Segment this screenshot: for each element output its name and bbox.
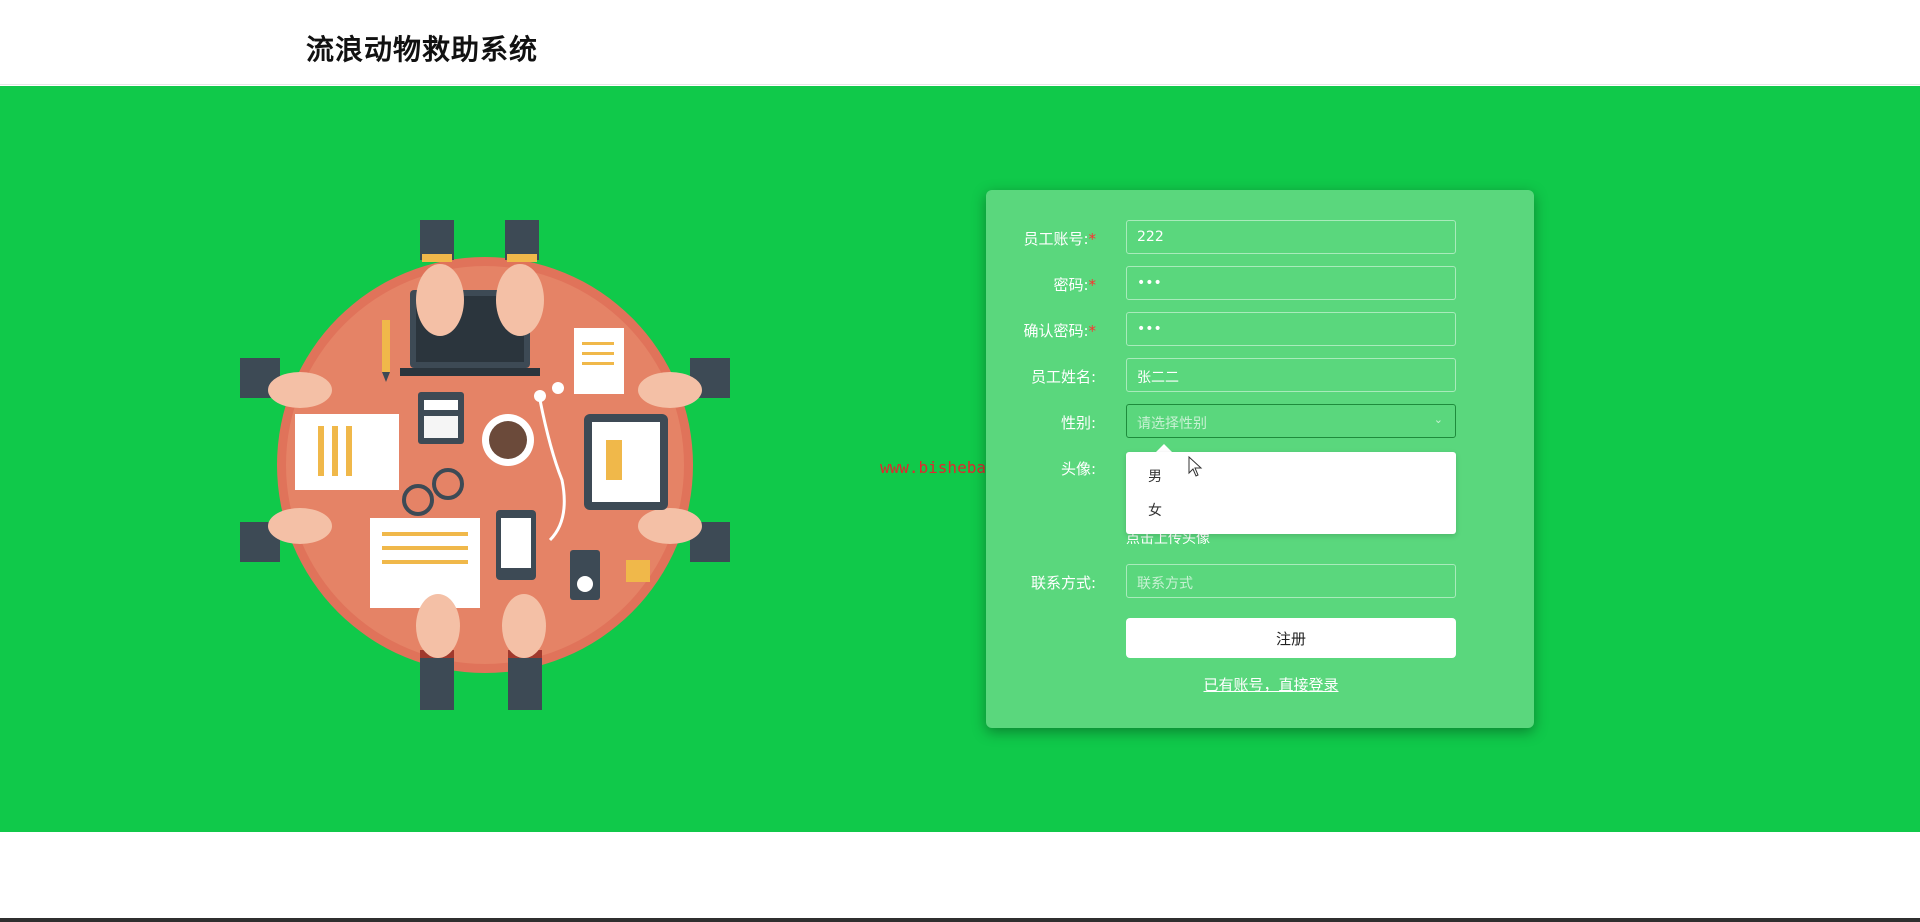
gender-option-male[interactable]: 男 bbox=[1148, 466, 1162, 486]
account-input[interactable]: 222 bbox=[1126, 220, 1456, 254]
row-gender: 性别: 请选择性别 ⌄ bbox=[986, 404, 1534, 438]
row-name: 员工姓名: 张二二 bbox=[986, 358, 1534, 392]
confirm-password-label: 确认密码:* bbox=[1023, 322, 1096, 340]
contact-label: 联系方式: bbox=[1030, 574, 1096, 592]
name-label: 员工姓名: bbox=[1030, 368, 1096, 386]
password-label: 密码:* bbox=[1053, 276, 1096, 294]
avatar-label: 头像: bbox=[1060, 460, 1096, 478]
password-input[interactable]: ••• bbox=[1126, 266, 1456, 300]
gender-option-female[interactable]: 女 bbox=[1148, 500, 1162, 520]
register-button[interactable]: 注册 bbox=[1126, 618, 1456, 658]
row-account: 员工账号:* 222 bbox=[986, 220, 1534, 254]
bottom-bar bbox=[0, 918, 1920, 922]
row-confirm-password: 确认密码:* ••• bbox=[986, 312, 1534, 346]
name-input[interactable]: 张二二 bbox=[1126, 358, 1456, 392]
meeting-table-illustration bbox=[240, 220, 730, 710]
chevron-down-icon: ⌄ bbox=[1433, 413, 1443, 426]
top-header: 流浪动物救助系统 bbox=[0, 0, 1920, 85]
row-contact: 联系方式: 联系方式 bbox=[986, 564, 1534, 598]
row-password: 密码:* ••• bbox=[986, 266, 1534, 300]
hero-section: www.bishebang.site 员工账号:* 222 密码:* ••• 确… bbox=[0, 86, 1920, 832]
confirm-password-input[interactable]: ••• bbox=[1126, 312, 1456, 346]
login-link[interactable]: 已有账号，直接登录 bbox=[986, 674, 1556, 695]
gender-placeholder: 请选择性别 bbox=[1137, 416, 1207, 432]
account-label: 员工账号:* bbox=[1023, 230, 1096, 248]
dropdown-caret bbox=[1156, 444, 1172, 452]
gender-label: 性别: bbox=[1060, 414, 1096, 432]
system-title: 流浪动物救助系统 bbox=[306, 33, 539, 66]
contact-input[interactable]: 联系方式 bbox=[1126, 564, 1456, 598]
gender-dropdown: 男 女 bbox=[1126, 452, 1456, 534]
gender-select[interactable]: 请选择性别 ⌄ bbox=[1126, 404, 1456, 438]
mouse-pointer-icon bbox=[1188, 456, 1203, 477]
register-panel: 员工账号:* 222 密码:* ••• 确认密码:* ••• 员工姓名: 张二二… bbox=[986, 190, 1534, 728]
